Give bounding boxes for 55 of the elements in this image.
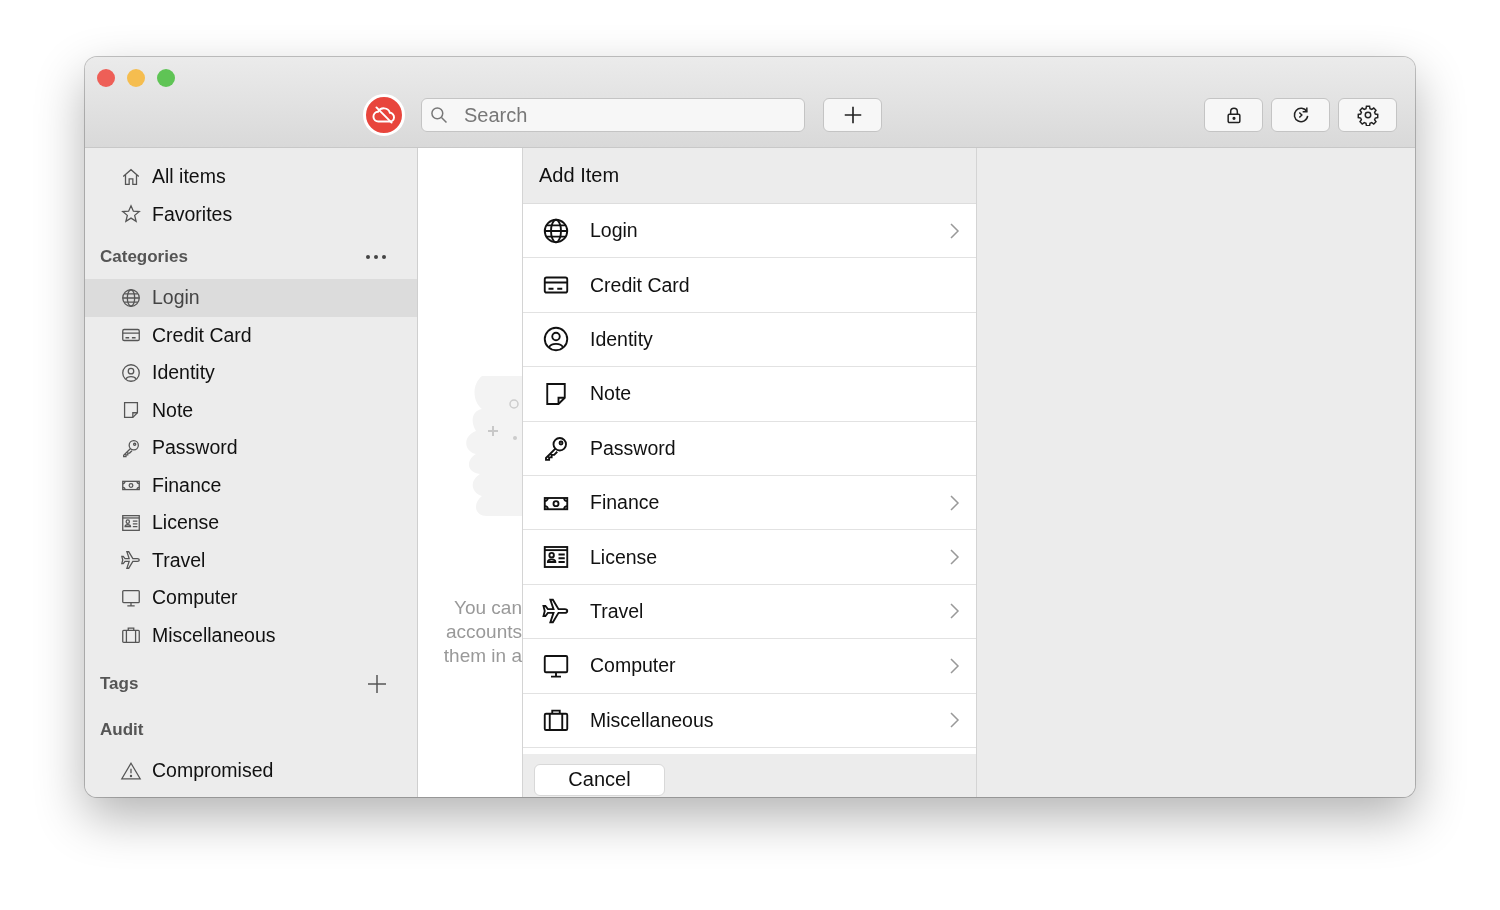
item-type-row[interactable]: Finance [523, 475, 976, 531]
item-type-row[interactable]: Login [523, 204, 976, 259]
item-type-row[interactable]: Miscellaneous [523, 693, 976, 748]
sidebar-item[interactable]: Travel [85, 541, 417, 579]
add-button[interactable] [823, 98, 882, 132]
sidebar-item[interactable]: Finance [85, 466, 417, 504]
item-type-row[interactable]: Identity [523, 312, 976, 368]
sync-button[interactable] [1271, 98, 1330, 132]
search-field[interactable]: Search [421, 98, 805, 132]
cancel-button[interactable]: Cancel [534, 763, 665, 796]
sidebar-item[interactable]: Compromised [85, 752, 417, 790]
sidebar-item[interactable]: Favorites [85, 195, 417, 233]
section-title: Audit [100, 720, 144, 740]
row-label: Credit Card [590, 273, 691, 297]
empty-state-text: accounts [445, 620, 522, 644]
row-label: Password [590, 436, 677, 460]
section-title: Tags [100, 674, 139, 694]
section-title: Categories [100, 247, 188, 267]
plus-icon[interactable] [367, 674, 387, 694]
empty-state-text: You can [454, 596, 522, 620]
item-type-row[interactable]: Computer [523, 639, 976, 694]
more-icon[interactable] [365, 254, 387, 260]
settings-button[interactable] [1338, 98, 1397, 132]
row-label: Finance [590, 491, 661, 515]
item-type-row[interactable]: Credit Card [523, 258, 976, 313]
search-icon [429, 105, 449, 125]
item-type-row[interactable]: Travel [523, 584, 976, 640]
sidebar-item[interactable]: License [85, 504, 417, 542]
person-circle-icon [120, 361, 142, 384]
row-label: Note [590, 382, 633, 406]
airplane-icon [120, 549, 142, 572]
row-label: Computer [590, 654, 677, 678]
row-label: Identity [590, 327, 654, 351]
row-label: License [590, 545, 659, 569]
settings-icon [1356, 104, 1379, 126]
globe-icon [120, 286, 142, 309]
item-type-row[interactable]: Password [523, 421, 976, 476]
lock-button[interactable] [1204, 98, 1263, 132]
sidebar-item[interactable]: Login [85, 279, 417, 317]
sidebar-item[interactable]: Credit Card [85, 316, 417, 354]
row-label: Miscellaneous [590, 708, 715, 732]
sidebar-item[interactable]: Computer [85, 579, 417, 617]
sidebar-item[interactable]: Note [85, 391, 417, 429]
sheet-title: Add Item [539, 164, 620, 187]
item-type-row[interactable]: License [523, 530, 976, 585]
cloud-off-button[interactable] [363, 94, 405, 136]
item-type-row[interactable]: Note [523, 367, 976, 422]
sidebar-item[interactable]: Miscellaneous [85, 616, 417, 654]
sidebar-item[interactable]: Password [85, 429, 417, 467]
row-label: Travel [590, 599, 645, 623]
row-label: Login [590, 219, 639, 243]
empty-state-text: them in a [443, 644, 522, 668]
sidebar-item[interactable]: Identity [85, 354, 417, 392]
sidebar-item[interactable]: All items [85, 158, 417, 196]
close-button[interactable] [97, 69, 115, 87]
